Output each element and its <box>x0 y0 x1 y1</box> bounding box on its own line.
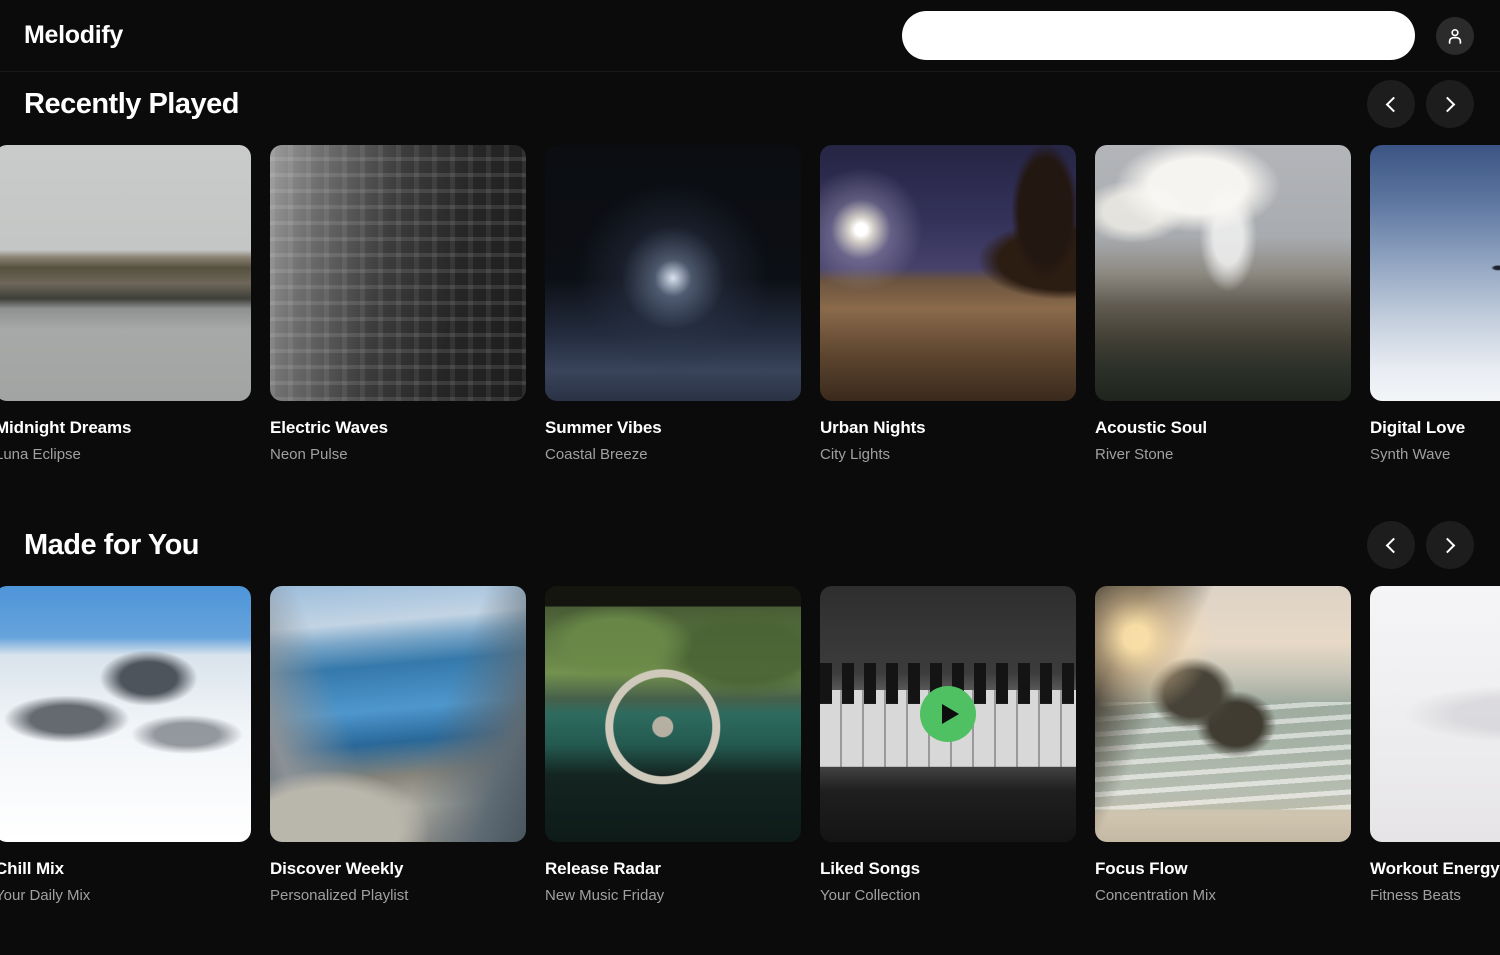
playlist-card[interactable]: Midnight Dreams Luna Eclipse <box>0 145 251 463</box>
chevron-left-icon <box>1386 537 1402 553</box>
card-subtitle: City Lights <box>820 446 1076 463</box>
card-subtitle: Concentration Mix <box>1095 887 1351 904</box>
chevron-right-icon <box>1440 96 1456 112</box>
card-title[interactable]: Digital Love <box>1370 418 1500 438</box>
album-art-fjord[interactable] <box>270 586 526 842</box>
playlist-card[interactable]: Digital Love Synth Wave <box>1370 145 1500 463</box>
play-icon <box>942 704 959 724</box>
album-art-desert-night[interactable] <box>820 145 1076 401</box>
main-content: Recently Played Midnight Dreams Luna Ecli… <box>0 80 1500 904</box>
section-header: Made for You <box>0 521 1500 569</box>
profile-button[interactable] <box>1436 17 1474 55</box>
card-title[interactable]: Electric Waves <box>270 418 526 438</box>
playlist-card[interactable]: Focus Flow Concentration Mix <box>1095 586 1351 904</box>
card-subtitle: Synth Wave <box>1370 446 1500 463</box>
header-right <box>902 11 1474 60</box>
album-art-coastal-rocks[interactable] <box>1095 586 1351 842</box>
album-art-city-building[interactable] <box>270 145 526 401</box>
card-title[interactable]: Chill Mix <box>0 859 251 879</box>
card-title[interactable]: Focus Flow <box>1095 859 1351 879</box>
playlist-card[interactable]: Summer Vibes Coastal Breeze <box>545 145 801 463</box>
app-logo: Melodify <box>24 21 123 50</box>
section-title: Recently Played <box>24 88 239 121</box>
card-subtitle: Your Collection <box>820 887 1076 904</box>
carousel-prev-button[interactable] <box>1367 521 1415 569</box>
section-header: Recently Played <box>0 80 1500 128</box>
card-subtitle: River Stone <box>1095 446 1351 463</box>
playlist-card[interactable]: Acoustic Soul River Stone <box>1095 145 1351 463</box>
card-title[interactable]: Acoustic Soul <box>1095 418 1351 438</box>
card-subtitle: Neon Pulse <box>270 446 526 463</box>
playlist-card[interactable]: Release Radar New Music Friday <box>545 586 801 904</box>
playlist-card[interactable]: Liked Songs Your Collection <box>820 586 1076 904</box>
card-subtitle: Your Daily Mix <box>0 887 251 904</box>
playlist-card[interactable]: Workout Energy Fitness Beats <box>1370 586 1500 904</box>
card-title[interactable]: Summer Vibes <box>545 418 801 438</box>
playlist-card[interactable]: Electric Waves Neon Pulse <box>270 145 526 463</box>
play-button[interactable] <box>920 686 976 742</box>
chevron-right-icon <box>1440 537 1456 553</box>
app-header: Melodify <box>0 0 1500 72</box>
album-art-ocean-jetty[interactable] <box>0 145 251 401</box>
card-subtitle: Fitness Beats <box>1370 887 1500 904</box>
carousel-next-button[interactable] <box>1426 521 1474 569</box>
card-title[interactable]: Midnight Dreams <box>0 418 251 438</box>
album-art-vintage-car[interactable] <box>545 586 801 842</box>
carousel-next-button[interactable] <box>1426 80 1474 128</box>
section-recently-played: Recently Played Midnight Dreams Luna Ecli… <box>0 80 1500 463</box>
play-overlay <box>820 586 1076 842</box>
carousel-controls <box>1367 80 1474 128</box>
card-title[interactable]: Workout Energy <box>1370 859 1500 879</box>
card-row-recently-played: Midnight Dreams Luna Eclipse Electric Wave… <box>0 145 1500 463</box>
section-title: Made for You <box>24 529 199 562</box>
card-subtitle: New Music Friday <box>545 887 801 904</box>
album-art-snow-mountain[interactable] <box>0 586 251 842</box>
card-title[interactable]: Liked Songs <box>820 859 1076 879</box>
playlist-card[interactable]: Discover Weekly Personalized Playlist <box>270 586 526 904</box>
card-subtitle: Coastal Breeze <box>545 446 801 463</box>
user-icon <box>1445 26 1465 46</box>
playlist-card[interactable]: Chill Mix Your Daily Mix <box>0 586 251 904</box>
card-title[interactable]: Release Radar <box>545 859 801 879</box>
card-row-made-for-you: Chill Mix Your Daily Mix Discover Weekly Pe… <box>0 586 1500 904</box>
card-title[interactable]: Discover Weekly <box>270 859 526 879</box>
carousel-controls <box>1367 521 1474 569</box>
album-art-sky-bird[interactable] <box>1370 145 1500 401</box>
card-title[interactable]: Urban Nights <box>820 418 1076 438</box>
card-subtitle: Luna Eclipse <box>0 446 251 463</box>
chevron-left-icon <box>1386 96 1402 112</box>
playlist-card[interactable]: Urban Nights City Lights <box>820 145 1076 463</box>
section-made-for-you: Made for You Chill Mix Your Daily Mix Disc… <box>0 521 1500 904</box>
album-art-piano-hands[interactable] <box>820 586 1076 842</box>
album-art-foggy-mountain[interactable] <box>1370 586 1500 842</box>
carousel-prev-button[interactable] <box>1367 80 1415 128</box>
search-input[interactable] <box>902 11 1415 60</box>
album-art-matterhorn[interactable] <box>1095 145 1351 401</box>
card-subtitle: Personalized Playlist <box>270 887 526 904</box>
album-art-night-couple[interactable] <box>545 145 801 401</box>
